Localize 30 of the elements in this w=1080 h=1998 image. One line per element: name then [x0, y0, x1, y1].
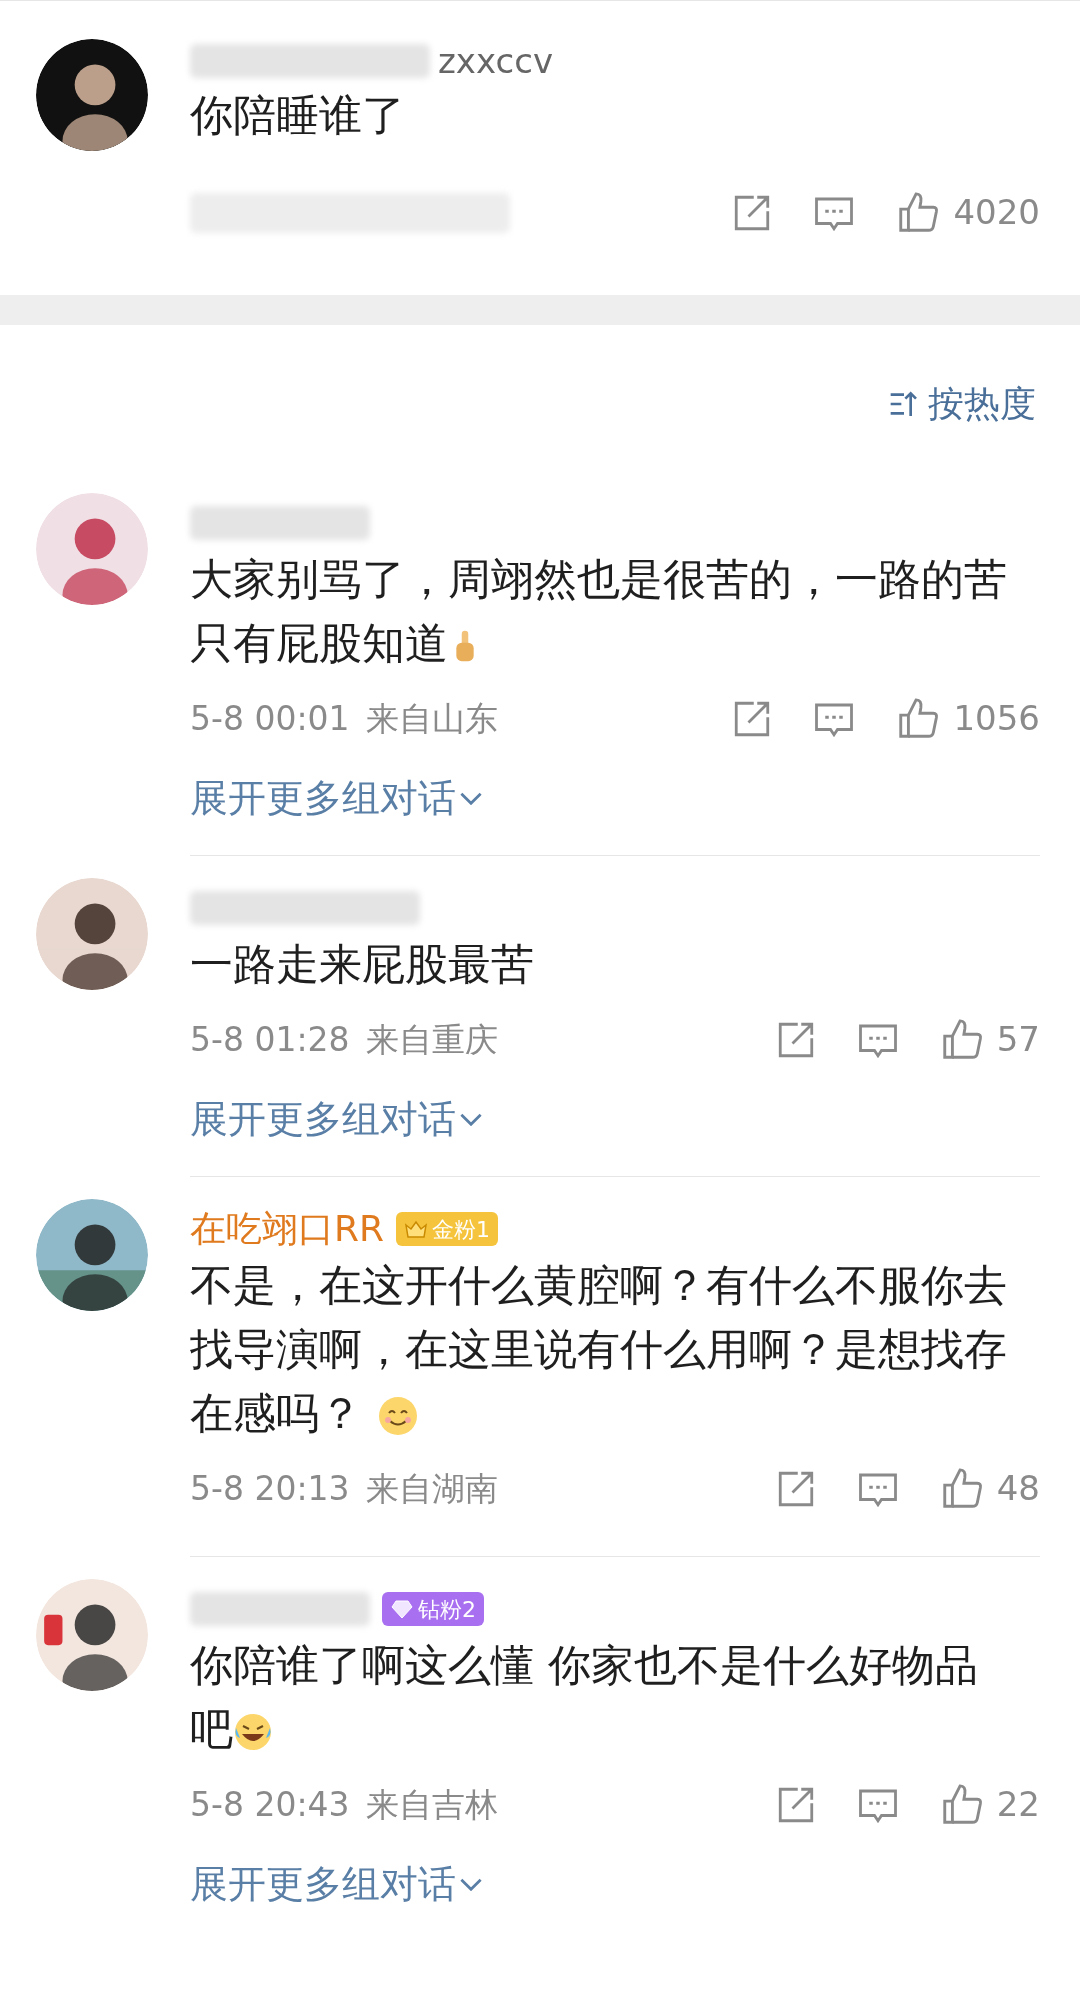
expand-replies-link[interactable]: 展开更多组对话: [190, 1856, 482, 1913]
expand-replies-link[interactable]: 展开更多组对话: [190, 770, 482, 827]
comment-time: 5-8 20:43: [190, 1783, 350, 1826]
chevron-down-icon: [460, 792, 482, 805]
like-count: 57: [996, 1018, 1040, 1061]
fan-badge: 钻粉2: [382, 1592, 484, 1626]
username[interactable]: 在吃翊口RR: [190, 1202, 385, 1256]
chevron-down-icon: [460, 1878, 482, 1891]
username[interactable]: zxxccv: [438, 35, 553, 87]
comment-text: 一路走来屁股最苦: [190, 938, 535, 991]
comment-text: 大家别骂了，周翊然也是很苦的，一路的苦只有屁股知道: [190, 553, 1008, 670]
comment-text: 你陪谁了啊这么懂 你家也不是什么好物品吧: [190, 1639, 979, 1756]
like-count: 22: [996, 1783, 1040, 1826]
comment-time: 5-8 20:13: [190, 1467, 350, 1510]
sort-button[interactable]: 按热度: [888, 377, 1036, 431]
comment-time: 5-8 01:28: [190, 1018, 350, 1061]
diamond-icon: [390, 1597, 414, 1621]
comment-location: 来自山东: [365, 697, 498, 740]
comment-text: 你陪睡谁了: [190, 89, 406, 142]
comment-location: 来自重庆: [365, 1018, 498, 1061]
comment-location: 来自湖南: [365, 1467, 498, 1510]
like-count: 48: [996, 1467, 1040, 1510]
chevron-down-icon: [460, 1113, 482, 1126]
comment-text: 不是，在这开什么黄腔啊？有什么不服你去找导演啊，在这里说有什么用啊？是想找存在感吗？: [190, 1259, 1008, 1440]
comment-location: 来自吉林: [365, 1783, 498, 1826]
comment-time: 5-8 00:01: [190, 697, 350, 740]
expand-replies-link[interactable]: 展开更多组对话: [190, 1091, 482, 1148]
like-count: 4020: [953, 191, 1040, 234]
like-count: 1056: [953, 697, 1040, 740]
fan-badge: 金粉1: [396, 1212, 499, 1246]
